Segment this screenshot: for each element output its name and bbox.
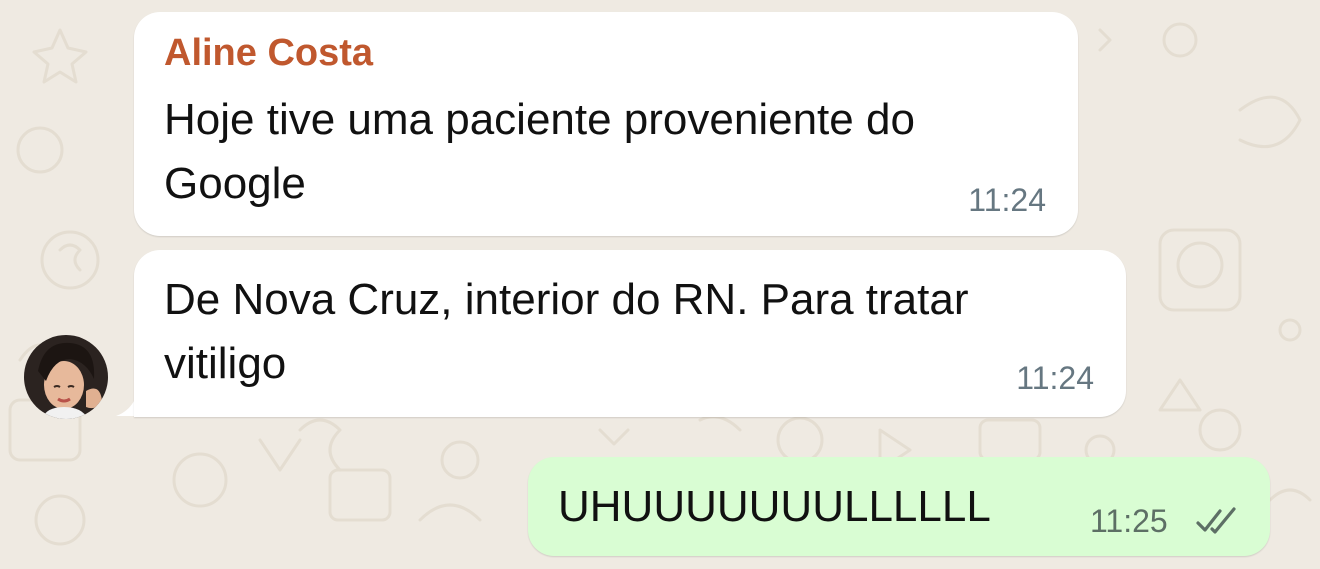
avatar[interactable] [24, 335, 108, 419]
message-timestamp: 11:25 [1090, 503, 1168, 539]
outgoing-message-bubble[interactable]: UHUUUUUUULLLLLL 11:25 [528, 457, 1270, 556]
double-check-read-icon [1196, 507, 1236, 534]
incoming-message-bubble[interactable]: De Nova Cruz, interior do RN. Para trata… [134, 250, 1126, 417]
message-text: De Nova Cruz, interior do RN. Para trata… [164, 268, 969, 396]
message-text-line: Hoje tive uma paciente proveniente do [164, 95, 915, 144]
message-text-line: Google [164, 159, 306, 208]
message-text-line: De Nova Cruz, interior do RN. Para trata… [164, 275, 969, 324]
contact-avatar-photo [24, 335, 108, 419]
incoming-message-bubble[interactable]: Aline Costa Hoje tive uma paciente prove… [134, 12, 1078, 236]
message-text: Hoje tive uma paciente proveniente do Go… [164, 88, 915, 216]
message-text-line: vitiligo [164, 339, 287, 388]
message-text-line: UHUUUUUUULLLLLL [558, 482, 991, 531]
sender-name[interactable]: Aline Costa [164, 32, 373, 75]
message-text: UHUUUUUUULLLLLL [558, 475, 991, 539]
message-timestamp: 11:24 [968, 182, 1046, 218]
message-timestamp: 11:24 [1016, 360, 1094, 396]
